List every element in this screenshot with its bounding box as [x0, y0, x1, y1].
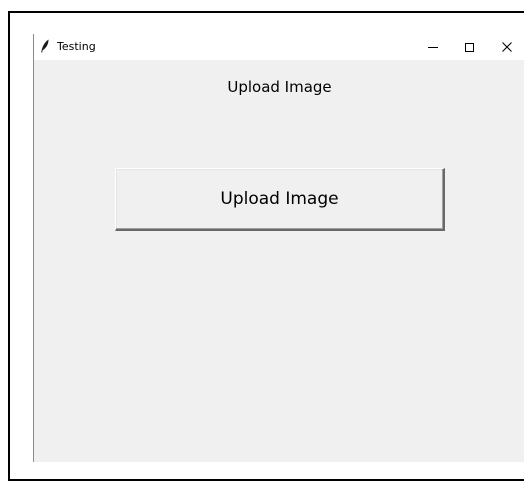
close-icon	[502, 42, 512, 52]
feather-icon	[41, 39, 49, 53]
heading-label: Upload Image	[227, 78, 332, 96]
title-bar[interactable]: Testing	[33, 34, 524, 60]
maximize-icon	[464, 42, 474, 52]
window-title: Testing	[57, 40, 96, 53]
minimize-button[interactable]	[415, 34, 451, 60]
window-border	[33, 34, 34, 462]
minimize-icon	[428, 46, 438, 48]
app-window: Testing Upload Image Upload Image	[33, 34, 524, 462]
upload-image-button[interactable]: Upload Image	[115, 168, 445, 231]
close-button[interactable]	[489, 34, 524, 60]
maximize-button[interactable]	[451, 34, 487, 60]
